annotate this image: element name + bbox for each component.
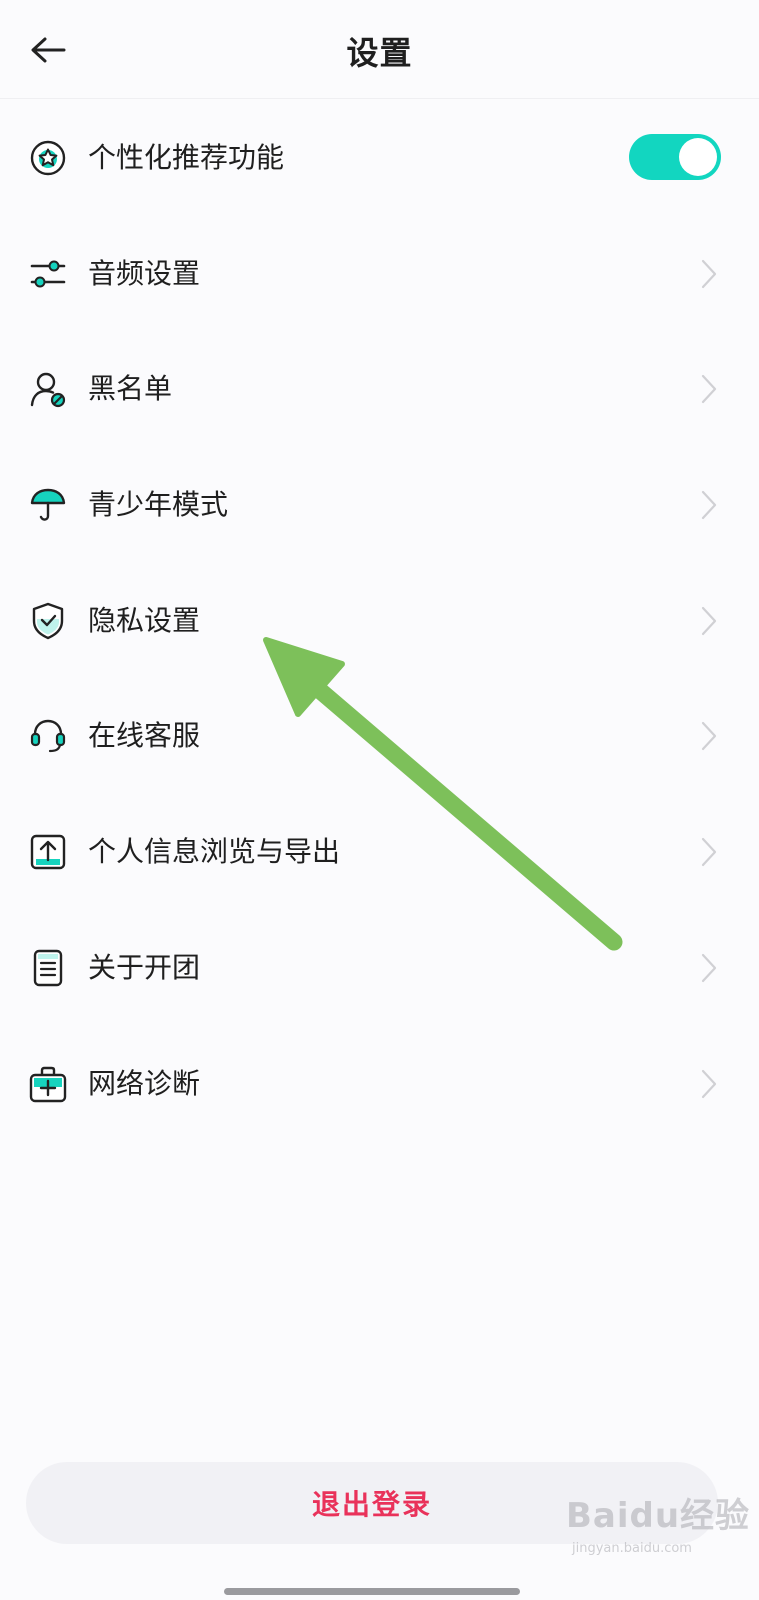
umbrella-icon bbox=[30, 488, 66, 521]
chevron-right-icon bbox=[701, 721, 717, 751]
medical-kit-icon bbox=[29, 1066, 67, 1103]
chevron-right-icon bbox=[701, 837, 717, 867]
row-label: 在线客服 bbox=[88, 719, 201, 752]
chevron-right-icon bbox=[701, 374, 717, 404]
sliders-icon bbox=[30, 260, 66, 288]
row-network-diagnosis[interactable]: 网络诊断 bbox=[0, 1034, 759, 1134]
watermark-main: Baidu经验 bbox=[566, 1496, 751, 1536]
personalized-recommendation-toggle[interactable] bbox=[629, 134, 721, 180]
row-audio-settings[interactable]: 音频设置 bbox=[0, 224, 759, 324]
toggle-knob bbox=[679, 138, 717, 176]
row-label: 音频设置 bbox=[88, 257, 201, 290]
page-title: 设置 bbox=[346, 34, 413, 72]
chevron-right-icon bbox=[701, 1069, 717, 1099]
row-privacy-settings[interactable]: 隐私设置 bbox=[0, 571, 759, 671]
row-label: 个性化推荐功能 bbox=[88, 141, 285, 174]
row-label: 隐私设置 bbox=[88, 604, 201, 637]
user-blocked-icon bbox=[30, 372, 66, 408]
watermark-sub: jingyan.baidu.com bbox=[572, 1541, 692, 1556]
row-personal-info-export[interactable]: 个人信息浏览与导出 bbox=[0, 802, 759, 902]
chevron-right-icon bbox=[701, 490, 717, 520]
logout-label: 退出登录 bbox=[311, 1488, 432, 1521]
top-bar: 设置 bbox=[0, 0, 759, 99]
row-teen-mode[interactable]: 青少年模式 bbox=[0, 455, 759, 555]
row-online-service[interactable]: 在线客服 bbox=[0, 686, 759, 786]
document-icon bbox=[33, 949, 63, 987]
row-label: 网络诊断 bbox=[88, 1067, 201, 1100]
headset-icon bbox=[30, 719, 66, 753]
upload-box-icon bbox=[30, 834, 66, 870]
chevron-right-icon bbox=[701, 953, 717, 983]
home-indicator[interactable] bbox=[224, 1588, 520, 1595]
watermark: Baidu经验 jingyan.baidu.com bbox=[566, 1488, 750, 1556]
row-label: 黑名单 bbox=[88, 372, 173, 405]
chevron-right-icon bbox=[701, 606, 717, 636]
row-about[interactable]: 关于开团 bbox=[0, 918, 759, 1018]
row-label: 关于开团 bbox=[88, 951, 201, 984]
star-circle-icon bbox=[30, 140, 66, 176]
row-label: 个人信息浏览与导出 bbox=[88, 835, 341, 868]
chevron-right-icon bbox=[701, 259, 717, 289]
row-label: 青少年模式 bbox=[88, 488, 229, 521]
row-blacklist[interactable]: 黑名单 bbox=[0, 339, 759, 439]
shield-check-icon bbox=[32, 602, 64, 640]
